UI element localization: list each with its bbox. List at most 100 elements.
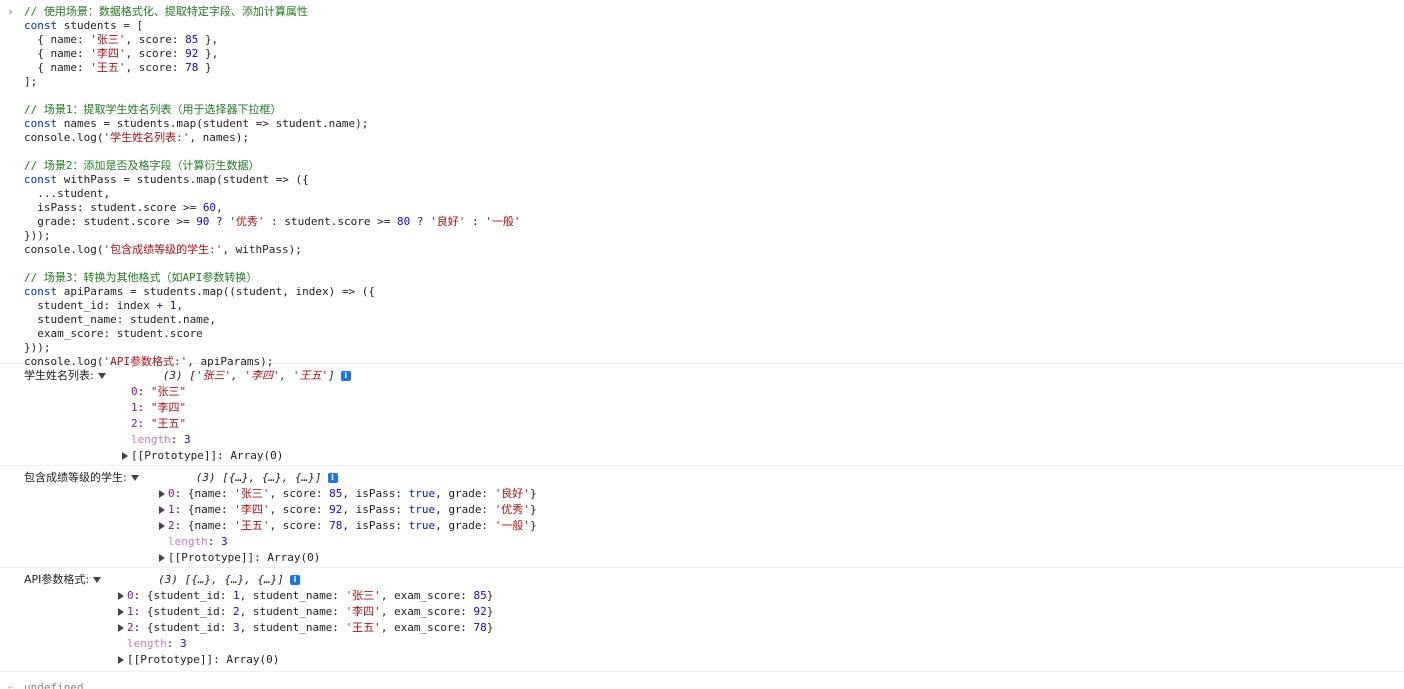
value-token: '一般' [494,519,530,532]
property-value: 3 [180,637,187,650]
code-line: // 场景2：添加是否及格字段（计算衍生数据） [24,159,1404,173]
code-token: 78 [185,61,199,74]
log-header[interactable]: 包含成绩等级的学生: (3) [{…}, {…}, {…}] i [24,470,1404,486]
array-tree: 0: {name: '张三', score: 85, isPass: true,… [24,486,1404,566]
expand-triangle-icon[interactable] [159,506,165,514]
code-token: // 场景2：添加是否及格字段（计算衍生数据） [24,159,260,172]
code-line: grade: student.score >= 90 ? '优秀' : stud… [24,215,1404,229]
log-header[interactable]: 学生姓名列表: (3) ['张三', '李四', '王五'] i [24,368,1404,384]
code-token: '李四' [90,47,126,60]
tree-row[interactable]: 1: {student_id: 2, student_name: '李四', e… [118,604,1404,620]
code-token: })); [24,229,51,242]
code-token: ? [209,215,230,228]
key-separator: : [137,401,151,414]
value-token: true [408,519,436,532]
info-icon[interactable]: i [289,575,300,585]
expand-triangle-icon[interactable] [93,577,102,583]
code-token: { name: [24,33,91,46]
value-token: '张三' [345,589,381,602]
preview-part: (3) [ [162,369,196,382]
code-line: ...student, [24,187,1404,201]
preview-text: (3) [{…}, {…}, {…}] [158,573,284,586]
console-input-entry[interactable]: › // 使用场景：数据格式化、提取特定字段、添加计算属性 const stude… [0,0,1404,368]
log-header[interactable]: API参数格式: (3) [{…}, {…}, {…}] i [24,572,1404,588]
code-line: // 场景1：提取学生姓名列表（用于选择器下拉框） [24,103,1404,117]
property-key: 1 [127,605,134,618]
code-token: ]; [24,75,38,88]
property-value: {student_id: 3, student_name: '王五', exam… [147,621,494,634]
value-text: {student_id: [146,621,233,634]
expand-triangle-icon[interactable] [118,656,124,664]
property-value: Array(0) [226,653,280,666]
code-token: isPass: student.score >= [24,201,203,214]
value-text: {student_id: [146,589,233,602]
code-line: const names = students.map(student => st… [24,117,1404,131]
code-token: })); [24,341,51,354]
value-text: , student_name: [239,621,346,634]
tree-row[interactable]: 1: {name: '李四', score: 92, isPass: true,… [159,502,1404,518]
tree-row[interactable]: 0: {name: '张三', score: 85, isPass: true,… [159,486,1404,502]
code-token: grade: student.score >= [24,215,197,228]
code-token: '良好' [430,215,466,228]
tree-row: length: 3 [118,636,1404,652]
code-token: students = [ [57,19,144,32]
expand-triangle-icon[interactable] [118,624,124,632]
code-token: : student.score >= [264,215,398,228]
code-token: }, [198,33,219,46]
code-token: } [198,61,212,74]
code-token: ? [410,215,431,228]
tree-row[interactable]: 2: {student_id: 3, student_name: '王五', e… [118,620,1404,636]
log-entry-names: 学生姓名列表: (3) ['张三', '李四', '王五'] i 0: "张三"… [0,364,1404,466]
value-token: 78 [329,519,343,532]
value-text: , exam_score: [380,589,474,602]
log-label: 学生姓名列表: [24,369,94,382]
expand-triangle-icon[interactable] [118,592,124,600]
value-token: true [408,503,436,516]
code-token: withPass = students.map(student => ({ [57,173,309,186]
property-key: length [168,535,208,548]
code-token: '张三' [90,33,126,46]
preview-string: '李四' [244,369,280,382]
code-token: ...student, [24,187,111,200]
expand-triangle-icon[interactable] [159,522,165,530]
value-text: {student_id: [146,605,233,618]
code-line: { name: '王五', score: 78 } [24,61,1404,75]
code-token: { name: [24,47,91,60]
info-icon[interactable]: i [340,371,351,381]
value-token: 85 [473,589,487,602]
expand-triangle-icon[interactable] [122,452,128,460]
value-token: '李四' [234,503,270,516]
code-line: student_id: index + 1, [24,299,1404,313]
value-text: , grade: [435,519,495,532]
code-token: }, [198,47,219,60]
preview-part: (3) [{…}, {…}, {…}] [158,573,284,586]
key-separator: : [174,519,188,532]
tree-row[interactable]: 0: {student_id: 1, student_name: '张三', e… [118,588,1404,604]
code-block: // 使用场景：数据格式化、提取特定字段、添加计算属性 const student… [24,5,1404,369]
value-text: , isPass: [342,487,409,500]
code-line: { name: '张三', score: 85 }, [24,33,1404,47]
info-icon[interactable]: i [327,473,338,483]
value-token: '张三' [234,487,270,500]
preview-text: (3) [{…}, {…}, {…}] [196,471,322,484]
expand-triangle-icon[interactable] [97,373,106,379]
code-line: // 场景3：转换为其他格式（如API参数转换） [24,271,1404,285]
key-separator: : [133,605,147,618]
tree-row[interactable]: [[Prototype]]: Array(0) [118,652,1404,668]
return-arrow-icon: ⇠ [8,683,14,689]
value-token: 2 [232,605,240,618]
code-token: , score: [125,33,186,46]
property-key: 2 [127,621,134,634]
tree-row[interactable]: 2: {name: '王五', score: 78, isPass: true,… [159,518,1404,534]
property-value: 3 [184,433,191,446]
tree-row[interactable]: [[Prototype]]: Array(0) [159,550,1404,566]
value-token: 92 [473,605,487,618]
code-line: isPass: student.score >= 60, [24,201,1404,215]
array-tree: 0: {student_id: 1, student_name: '张三', e… [24,588,1404,668]
log-label: 包含成绩等级的学生: [24,471,127,484]
expand-triangle-icon[interactable] [118,608,124,616]
code-token: 92 [185,47,199,60]
expand-triangle-icon[interactable] [130,475,139,481]
code-token: const [24,173,58,186]
expand-triangle-icon[interactable] [159,490,165,498]
